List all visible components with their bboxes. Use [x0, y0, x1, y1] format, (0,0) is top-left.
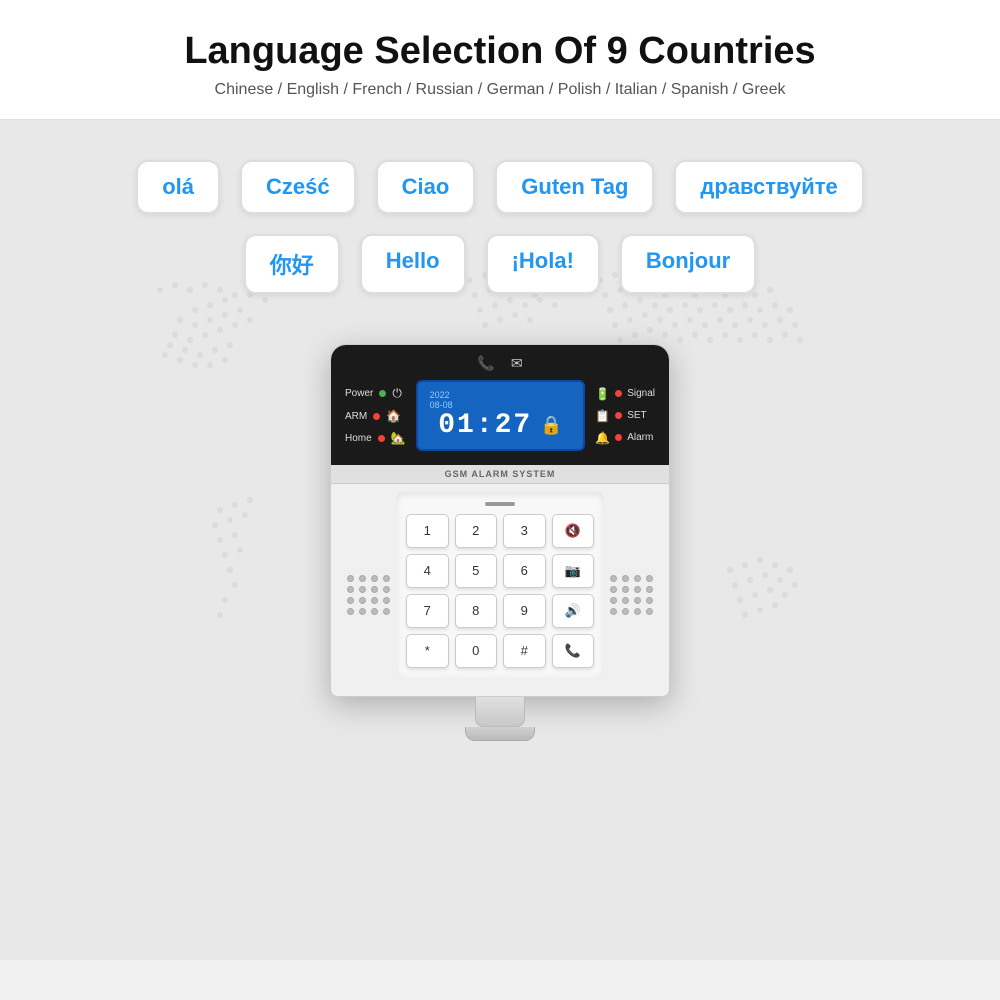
greeting-badge-russian: дравствуйте [674, 160, 863, 214]
right-speaker-dots [610, 575, 654, 615]
phone-icon: 📞 [477, 355, 494, 372]
power-label: Power [345, 388, 373, 399]
device-screen-wrapper: Power ⏻ ARM 🏠 Home [345, 380, 655, 451]
device-bottom-panel: 123🔇 456📷 789🔊 *0#📞 [331, 484, 669, 696]
set-label-row: 📋 SET [595, 409, 655, 423]
page-title: Language Selection Of 9 Countries [20, 30, 980, 73]
key-📷[interactable]: 📷 [552, 554, 595, 588]
left-speaker [341, 555, 396, 615]
greeting-badge-german: Guten Tag [495, 160, 654, 214]
greeting-badge-english: Hello [360, 234, 466, 294]
greeting-badge-spanish: ¡Hola! [486, 234, 600, 294]
greeting-badge-portuguese: olá [136, 160, 220, 214]
power-led [379, 390, 386, 397]
signal-label-row: 🔋 Signal [595, 387, 655, 401]
key-🔇[interactable]: 🔇 [552, 514, 595, 548]
keypad-section: 123🔇 456📷 789🔊 *0#📞 [396, 492, 604, 678]
key-3[interactable]: 3 [503, 514, 546, 548]
stand-bottom [465, 727, 535, 741]
lcd-date: 202208-08 [430, 390, 453, 410]
right-speaker [604, 555, 659, 615]
key-2[interactable]: 2 [455, 514, 498, 548]
home-label: Home [345, 433, 372, 444]
set-icon: 📋 [595, 409, 610, 423]
device-left-labels: Power ⏻ ARM 🏠 Home [345, 386, 406, 445]
content-section: olá Cześć Ciao Guten Tag дравствуйте 你好 Hello… [0, 120, 1000, 960]
arm-led [373, 413, 380, 420]
home-icon: 🏡 [391, 431, 406, 445]
mail-icon: ✉ [511, 355, 523, 372]
lcd-time: 01:27 [438, 410, 532, 441]
device-stand [330, 697, 670, 727]
signal-led [615, 390, 622, 397]
greetings-row-1: olá Cześć Ciao Guten Tag дравствуйте [40, 160, 960, 214]
key-0[interactable]: 0 [455, 634, 498, 668]
alarm-led [615, 434, 622, 441]
signal-icon: 🔋 [595, 387, 610, 401]
device-body: 123🔇 456📷 789🔊 *0#📞 [341, 484, 659, 686]
key-8[interactable]: 8 [455, 594, 498, 628]
home-label-row: Home 🏡 [345, 431, 406, 445]
key-🔊[interactable]: 🔊 [552, 594, 595, 628]
keypad-grid: 123🔇 456📷 789🔊 *0#📞 [406, 514, 594, 668]
alarm-label: Alarm [627, 432, 653, 443]
greeting-badge-french: Bonjour [620, 234, 756, 294]
set-label: SET [627, 410, 646, 421]
subtitle: Chinese / English / French / Russian / G… [20, 81, 980, 99]
home-led [378, 435, 385, 442]
lcd-screen: 202208-08 01:27 🔒 [416, 380, 586, 451]
stand-piece [475, 697, 525, 727]
alarm-label-row: 🔔 Alarm [595, 431, 655, 445]
gsm-label: GSM ALARM SYSTEM [331, 465, 669, 484]
alarm-icon: 🔔 [595, 431, 610, 445]
key-📞[interactable]: 📞 [552, 634, 595, 668]
device-top-panel: 📞 ✉ Power ⏻ ARM [331, 345, 669, 465]
key-5[interactable]: 5 [455, 554, 498, 588]
power-icon: ⏻ [392, 386, 402, 401]
greetings-container: olá Cześć Ciao Guten Tag дравствуйте 你好 Hello… [0, 120, 1000, 334]
device-icons-row: 📞 ✉ [345, 355, 655, 372]
header-section: Language Selection Of 9 Countries Chines… [0, 0, 1000, 120]
arm-label-row: ARM 🏠 [345, 409, 406, 423]
device-right-labels: 🔋 Signal 📋 SET 🔔 [595, 387, 655, 445]
device-main: 📞 ✉ Power ⏻ ARM [330, 344, 670, 697]
lcd-lock-icon: 🔒 [540, 415, 562, 436]
greeting-badge-chinese: 你好 [244, 234, 340, 294]
keypad-indicator [485, 502, 515, 506]
key-star[interactable]: * [406, 634, 449, 668]
greeting-badge-polish: Cześć [240, 160, 356, 214]
greeting-badge-italian: Ciao [376, 160, 476, 214]
power-label-row: Power ⏻ [345, 386, 406, 401]
set-led [615, 412, 622, 419]
key-1[interactable]: 1 [406, 514, 449, 548]
alarm-device: 📞 ✉ Power ⏻ ARM [330, 344, 670, 741]
key-hash[interactable]: # [503, 634, 546, 668]
key-6[interactable]: 6 [503, 554, 546, 588]
device-container: 📞 ✉ Power ⏻ ARM [0, 344, 1000, 741]
key-4[interactable]: 4 [406, 554, 449, 588]
key-7[interactable]: 7 [406, 594, 449, 628]
greetings-row-2: 你好 Hello ¡Hola! Bonjour [40, 234, 960, 294]
lcd-time-row: 01:27 🔒 [438, 410, 562, 441]
arm-icon: 🏠 [386, 409, 401, 423]
left-speaker-dots [347, 575, 391, 615]
key-9[interactable]: 9 [503, 594, 546, 628]
arm-label: ARM [345, 411, 367, 422]
signal-label: Signal [627, 388, 655, 399]
